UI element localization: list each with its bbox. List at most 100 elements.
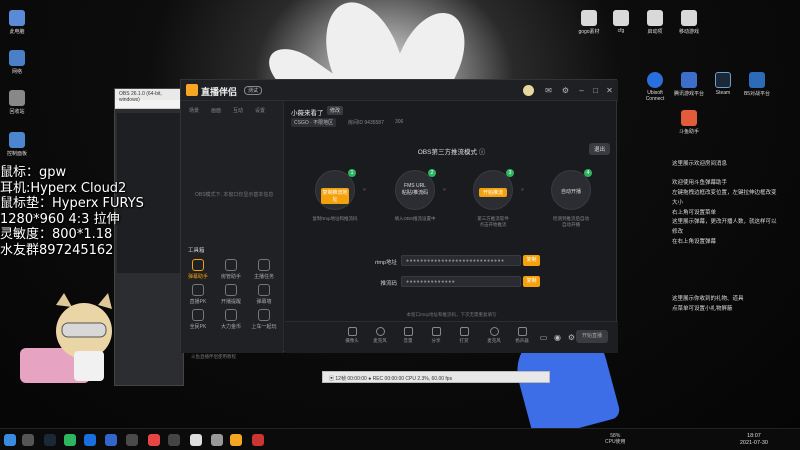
desktop-icon-folder[interactable]: 移动游戏 <box>672 10 706 35</box>
taskbar-app-icon[interactable] <box>190 434 202 446</box>
helper-line: 欢迎使用斗鱼弹幕助手 <box>672 180 728 187</box>
close-icon[interactable]: ✕ <box>605 86 614 95</box>
taskbar: 58% CPU使用 18:07 2021-07-30 <box>0 428 800 450</box>
avatar[interactable] <box>523 85 534 96</box>
taskbar-app-icon[interactable] <box>148 434 160 446</box>
desktop-icon-steam[interactable]: Steam <box>706 72 740 96</box>
step-label[interactable]: 复制推流地址 <box>321 188 349 204</box>
mic-button[interactable]: 麦克风 <box>369 327 391 344</box>
helper-line: 点菜单可设置小礼物屏蔽 <box>672 306 733 313</box>
edit-title-button[interactable]: 修改 <box>327 106 344 115</box>
danmu-helper-panel: 这里展示欢迎房间消息 欢迎使用斗鱼弹幕助手 左键拖拽边框改变位置，左键拉伸边框改… <box>672 160 800 315</box>
start-icon[interactable] <box>4 434 16 446</box>
tab-scenes[interactable]: 场景 <box>189 107 199 114</box>
bottom-toolbar: 摄像头 麦克风 音量 分享 打赏 麦克风 扬声器 ▭ ◉ ⚙ 开始直播 <box>285 321 618 353</box>
toolbox-title: 工具箱 <box>188 248 205 254</box>
tool-all-pk[interactable]: 全民PK <box>184 309 212 330</box>
desktop-icon-control-panel[interactable]: 控制面板 <box>0 132 34 157</box>
mode-title: OBS第三方推流模式 ⓘ <box>417 149 486 156</box>
maximize-icon[interactable]: □ <box>591 86 600 95</box>
desktop-icon-network[interactable]: 网络 <box>0 50 34 75</box>
stream-key-field[interactable]: ●●●●●●●●●●●●●● <box>401 276 521 287</box>
step-number: 4 <box>584 169 592 177</box>
tab-interact[interactable]: 互动 <box>233 107 243 114</box>
tool-room-admin[interactable]: 房管助手 <box>217 259 245 280</box>
desktop-icon-folder[interactable]: cfg <box>604 10 638 34</box>
obs-mode-hint: OBS模式下, 本窗口仅显示基本信息 <box>195 192 274 198</box>
obs-icon[interactable] <box>126 434 138 446</box>
desktop-icon-ubisoft[interactable]: Ubisoft Connect <box>638 72 672 102</box>
tutorial-link[interactable]: 斗鱼直播伴侣使用教程 <box>181 354 284 360</box>
settings-icon[interactable]: ⚙ <box>561 86 570 95</box>
desktop-icon-b5[interactable]: B5对战平台 <box>740 72 774 97</box>
step-desc: 填入OBS推流设置中 <box>394 216 436 221</box>
edge-icon[interactable] <box>105 434 117 446</box>
taskbar-app-icon[interactable] <box>22 434 34 446</box>
gear-icon[interactable]: ⚙ <box>567 333 576 342</box>
overlay-mousepad: 鼠标垫：Hyperx FURYS <box>0 196 144 211</box>
game-category[interactable]: CSGO · 不限地区 <box>291 118 337 127</box>
desktop-icon-folder[interactable]: 启动项 <box>638 10 672 35</box>
copy-key-button[interactable]: 复制 <box>523 276 540 287</box>
helper-line <box>672 170 800 180</box>
copy-rtmp-button[interactable]: 复制 <box>523 255 540 266</box>
app-title: 直播伴侣 <box>201 87 238 97</box>
start-live-button[interactable]: 开始直播 <box>576 330 608 343</box>
mail-icon[interactable]: ✉ <box>544 86 553 95</box>
tool-reminder[interactable]: 开播提醒 <box>217 284 245 305</box>
app-logo-icon <box>186 84 198 96</box>
desktop-icon-recycle-bin[interactable]: 回收站 <box>0 90 34 115</box>
streaming-app-window[interactable]: 直播伴侣 测试 ✉ ⚙ – □ ✕ 场景 画面 互动 设置 OBS模式下, 本窗… <box>180 79 618 359</box>
exit-button[interactable]: 退出 <box>588 143 610 155</box>
volume-button[interactable]: 音量 <box>397 327 419 344</box>
rtmp-label: rtmp地址 <box>374 260 397 266</box>
fans-count: 306 <box>395 119 404 125</box>
step-number: 1 <box>348 169 356 177</box>
tool-gold[interactable]: 大力金币 <box>217 309 245 330</box>
step-4: 4 自动开播 <box>551 169 592 210</box>
clock-time: 18:07 <box>747 433 761 439</box>
step-label: FMS URL 粘贴/推流码 <box>401 183 429 196</box>
left-panel: 场景 画面 互动 设置 OBS模式下, 本窗口仅显示基本信息 工具箱 弹幕助手 … <box>181 101 284 359</box>
cat-ear <box>98 293 112 309</box>
arrow-icon: » <box>521 187 524 193</box>
share-button[interactable]: 分享 <box>425 327 447 344</box>
desktop: 此电脑 网络 回收站 控制面板 gogo素材 cfg 启动项 移动游戏 Ubis… <box>0 0 800 428</box>
desktop-icon-tencent[interactable]: 腾讯游戏平台 <box>672 72 706 97</box>
step-desc: 检测到推流后自动 自动开播 <box>553 216 589 227</box>
rtmp-field[interactable]: ●●●●●●●●●●●●●●●●●●●●●●●●●●●● <box>401 255 521 266</box>
tab-settings[interactable]: 设置 <box>255 107 265 114</box>
taskbar-app-icon[interactable] <box>84 434 96 446</box>
taskbar-app-icon[interactable] <box>168 434 180 446</box>
tool-live-pk[interactable]: 直播PK <box>184 284 212 305</box>
room-id: 房间ID 9435587 <box>348 120 384 126</box>
speaker-button[interactable]: 扬声器 <box>511 327 533 344</box>
wechat-icon[interactable] <box>64 434 76 446</box>
minimize-icon[interactable]: – <box>577 86 586 95</box>
tab-canvas[interactable]: 画面 <box>211 107 221 114</box>
steam-icon[interactable] <box>44 434 56 446</box>
vtuber-avatar <box>20 293 112 383</box>
reward-button[interactable]: 打赏 <box>453 327 475 344</box>
taskbar-app-icon[interactable] <box>211 434 223 446</box>
tool-danmu[interactable]: 弹幕助手 <box>184 259 212 280</box>
app-titlebar[interactable]: 直播伴侣 测试 ✉ ⚙ – □ ✕ <box>181 80 618 101</box>
microphone-button[interactable]: 麦克风 <box>483 327 505 344</box>
desktop-icon-folder[interactable]: gogo素材 <box>572 10 606 35</box>
record-icon[interactable]: ▭ <box>539 333 548 342</box>
overlay-sensitivity: 灵敏度：800*1.18 <box>0 227 113 242</box>
camera-button[interactable]: 摄像头 <box>341 327 363 344</box>
info-tip: 本窗口rtmp地址和推流码，下次无需重复填写 <box>406 312 497 317</box>
step-label[interactable]: 开始推流 <box>479 188 507 197</box>
tool-anchor-task[interactable]: 主播任务 <box>250 259 278 280</box>
tool-ride-together[interactable]: 上车一起玩 <box>250 309 278 330</box>
desktop-icon-douyu-helper[interactable]: 斗鱼助手 <box>672 110 706 135</box>
cat-ear <box>56 293 72 307</box>
desktop-icon-computer[interactable]: 此电脑 <box>0 10 34 35</box>
tool-danmu-wall[interactable]: 弹幕墙 <box>250 284 278 305</box>
douyu-companion-icon[interactable] <box>230 434 242 446</box>
clock[interactable]: 18:07 2021-07-30 <box>740 433 768 447</box>
eye-icon[interactable]: ◉ <box>553 333 562 342</box>
taskbar-app-icon[interactable] <box>252 434 264 446</box>
step-number: 3 <box>506 169 514 177</box>
